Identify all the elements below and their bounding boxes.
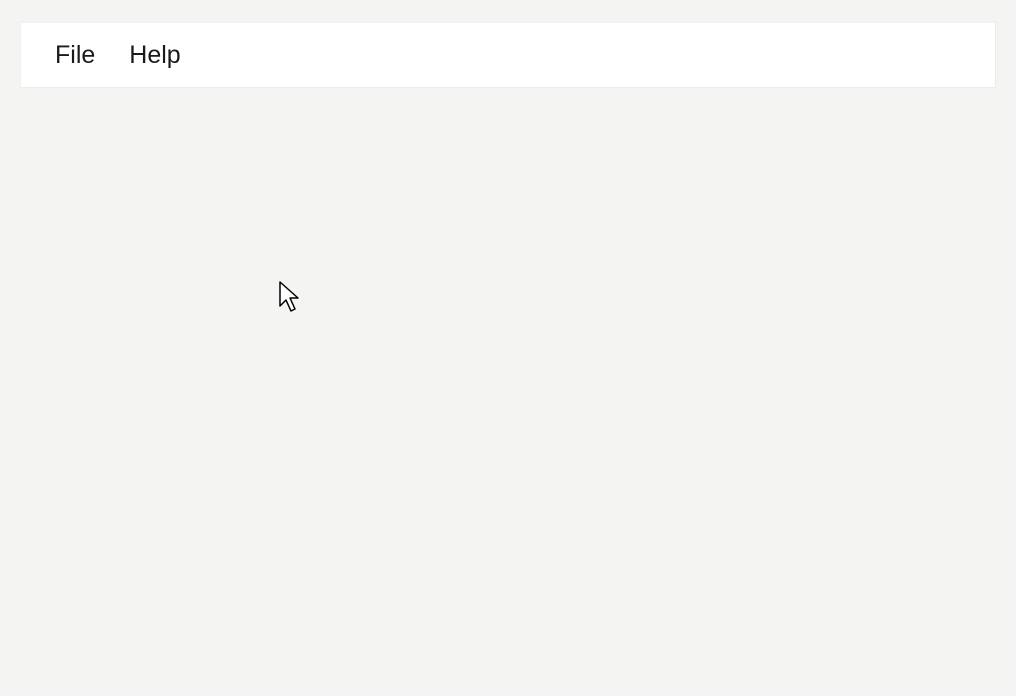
menu-file[interactable]: File [51, 35, 99, 76]
menu-bar: File Help [20, 22, 996, 88]
content-area [0, 88, 1016, 696]
menu-help[interactable]: Help [125, 35, 184, 76]
